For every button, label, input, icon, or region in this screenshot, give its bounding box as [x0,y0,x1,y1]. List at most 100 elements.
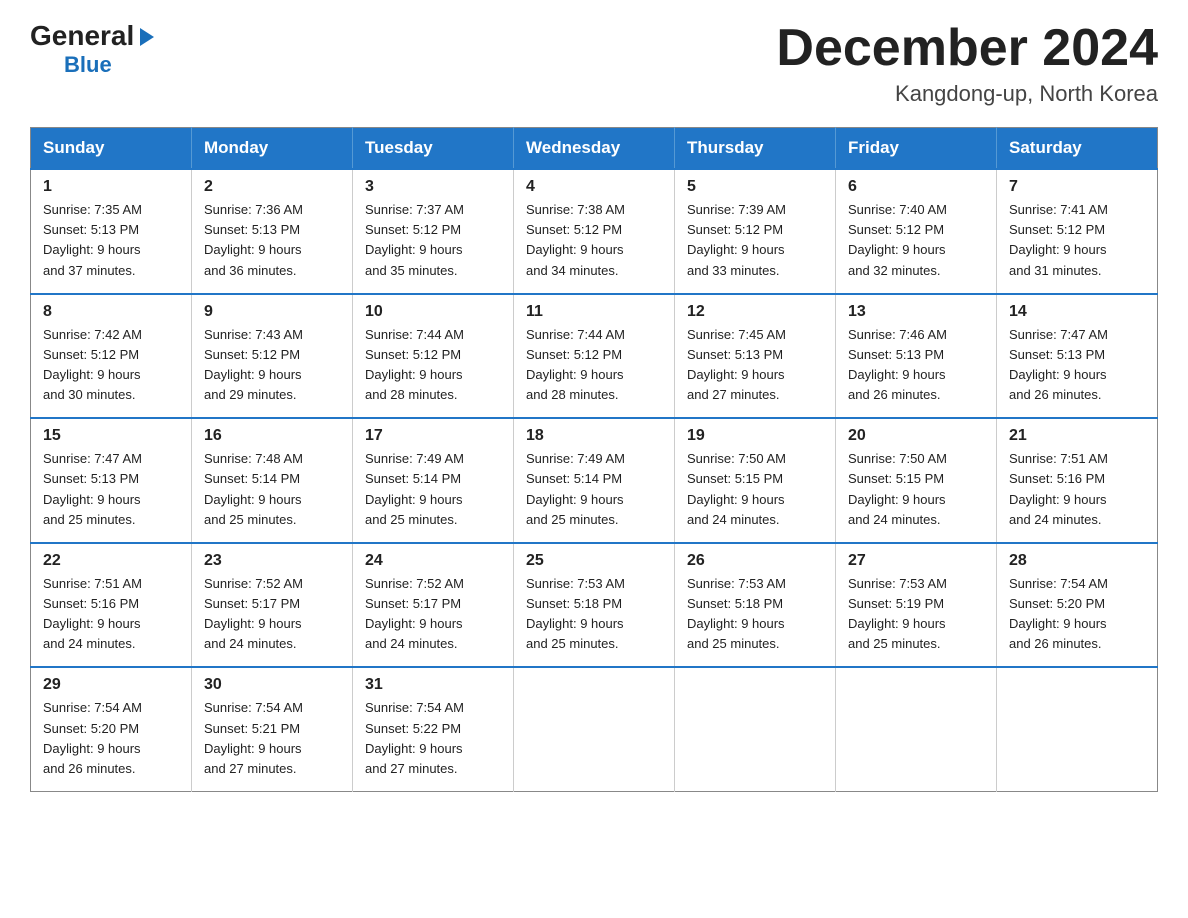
header-friday: Friday [836,128,997,170]
day-info: Sunrise: 7:42 AMSunset: 5:12 PMDaylight:… [43,325,179,406]
day-number: 2 [204,178,340,196]
day-info: Sunrise: 7:49 AMSunset: 5:14 PMDaylight:… [526,449,662,530]
day-number: 24 [365,552,501,570]
day-number: 25 [526,552,662,570]
day-number: 9 [204,303,340,321]
day-info: Sunrise: 7:51 AMSunset: 5:16 PMDaylight:… [1009,449,1145,530]
day-number: 18 [526,427,662,445]
day-number: 17 [365,427,501,445]
day-number: 27 [848,552,984,570]
day-number: 20 [848,427,984,445]
day-info: Sunrise: 7:46 AMSunset: 5:13 PMDaylight:… [848,325,984,406]
calendar-empty-cell [675,667,836,791]
day-info: Sunrise: 7:49 AMSunset: 5:14 PMDaylight:… [365,449,501,530]
calendar-day-cell: 13 Sunrise: 7:46 AMSunset: 5:13 PMDayligh… [836,294,997,419]
day-info: Sunrise: 7:50 AMSunset: 5:15 PMDaylight:… [848,449,984,530]
calendar-day-cell: 4Sunrise: 7:38 AMSunset: 5:12 PMDaylight… [514,169,675,294]
day-number: 31 [365,676,501,694]
calendar-week-row: 8 Sunrise: 7:42 AMSunset: 5:12 PMDaylight… [31,294,1158,419]
calendar-day-cell: 9 Sunrise: 7:43 AMSunset: 5:12 PMDaylight… [192,294,353,419]
day-info: Sunrise: 7:45 AMSunset: 5:13 PMDaylight:… [687,325,823,406]
day-info: Sunrise: 7:54 AMSunset: 5:20 PMDaylight:… [1009,574,1145,655]
day-number: 3 [365,178,501,196]
day-info: Sunrise: 7:53 AMSunset: 5:18 PMDaylight:… [526,574,662,655]
header-wednesday: Wednesday [514,128,675,170]
calendar-day-cell: 23 Sunrise: 7:52 AMSunset: 5:17 PMDayligh… [192,543,353,668]
calendar-day-cell: 14 Sunrise: 7:47 AMSunset: 5:13 PMDayligh… [997,294,1158,419]
calendar-day-cell: 10 Sunrise: 7:44 AMSunset: 5:12 PMDayligh… [353,294,514,419]
day-info: Sunrise: 7:37 AMSunset: 5:12 PMDaylight:… [365,200,501,281]
page-header: General Blue December 2024 Kangdong-up, … [30,20,1158,107]
calendar-day-cell: 29Sunrise: 7:54 AMSunset: 5:20 PMDayligh… [31,667,192,791]
day-info: Sunrise: 7:54 AMSunset: 5:21 PMDaylight:… [204,698,340,779]
location-label: Kangdong-up, North Korea [776,81,1158,107]
calendar-empty-cell [836,667,997,791]
calendar-day-cell: 21Sunrise: 7:51 AMSunset: 5:16 PMDayligh… [997,418,1158,543]
calendar-day-cell: 20 Sunrise: 7:50 AMSunset: 5:15 PMDayligh… [836,418,997,543]
header-tuesday: Tuesday [353,128,514,170]
day-number: 6 [848,178,984,196]
calendar-day-cell: 31 Sunrise: 7:54 AMSunset: 5:22 PMDayligh… [353,667,514,791]
day-info: Sunrise: 7:53 AMSunset: 5:19 PMDaylight:… [848,574,984,655]
day-info: Sunrise: 7:41 AMSunset: 5:12 PMDaylight:… [1009,200,1145,281]
calendar-day-cell: 16Sunrise: 7:48 AMSunset: 5:14 PMDayligh… [192,418,353,543]
title-section: December 2024 Kangdong-up, North Korea [776,20,1158,107]
day-number: 26 [687,552,823,570]
calendar-day-cell: 26 Sunrise: 7:53 AMSunset: 5:18 PMDayligh… [675,543,836,668]
calendar-day-cell: 18 Sunrise: 7:49 AMSunset: 5:14 PMDayligh… [514,418,675,543]
calendar-day-cell: 2 Sunrise: 7:36 AMSunset: 5:13 PMDaylight… [192,169,353,294]
calendar-day-cell: 6 Sunrise: 7:40 AMSunset: 5:12 PMDaylight… [836,169,997,294]
day-info: Sunrise: 7:38 AMSunset: 5:12 PMDaylight:… [526,200,662,281]
calendar-day-cell: 28 Sunrise: 7:54 AMSunset: 5:20 PMDayligh… [997,543,1158,668]
calendar-day-cell: 7 Sunrise: 7:41 AMSunset: 5:12 PMDaylight… [997,169,1158,294]
day-number: 14 [1009,303,1145,321]
calendar-day-cell: 8 Sunrise: 7:42 AMSunset: 5:12 PMDaylight… [31,294,192,419]
day-info: Sunrise: 7:51 AMSunset: 5:16 PMDaylight:… [43,574,179,655]
day-number: 30 [204,676,340,694]
day-number: 10 [365,303,501,321]
day-info: Sunrise: 7:52 AMSunset: 5:17 PMDaylight:… [204,574,340,655]
header-sunday: Sunday [31,128,192,170]
day-number: 13 [848,303,984,321]
day-info: Sunrise: 7:40 AMSunset: 5:12 PMDaylight:… [848,200,984,281]
day-number: 12 [687,303,823,321]
day-info: Sunrise: 7:54 AMSunset: 5:22 PMDaylight:… [365,698,501,779]
day-info: Sunrise: 7:50 AMSunset: 5:15 PMDaylight:… [687,449,823,530]
day-number: 11 [526,303,662,321]
logo-blue-text: Blue [64,52,112,78]
calendar-day-cell: 12 Sunrise: 7:45 AMSunset: 5:13 PMDayligh… [675,294,836,419]
day-info: Sunrise: 7:53 AMSunset: 5:18 PMDaylight:… [687,574,823,655]
day-info: Sunrise: 7:36 AMSunset: 5:13 PMDaylight:… [204,200,340,281]
day-info: Sunrise: 7:54 AMSunset: 5:20 PMDaylight:… [43,698,179,779]
calendar-day-cell: 24 Sunrise: 7:52 AMSunset: 5:17 PMDayligh… [353,543,514,668]
day-info: Sunrise: 7:47 AMSunset: 5:13 PMDaylight:… [43,449,179,530]
day-number: 23 [204,552,340,570]
day-number: 7 [1009,178,1145,196]
day-number: 8 [43,303,179,321]
day-info: Sunrise: 7:39 AMSunset: 5:12 PMDaylight:… [687,200,823,281]
calendar-day-cell: 15 Sunrise: 7:47 AMSunset: 5:13 PMDayligh… [31,418,192,543]
calendar-day-cell: 22 Sunrise: 7:51 AMSunset: 5:16 PMDayligh… [31,543,192,668]
header-saturday: Saturday [997,128,1158,170]
day-info: Sunrise: 7:43 AMSunset: 5:12 PMDaylight:… [204,325,340,406]
logo: General Blue [30,20,158,78]
calendar-week-row: 1Sunrise: 7:35 AMSunset: 5:13 PMDaylight… [31,169,1158,294]
calendar-day-cell: 1Sunrise: 7:35 AMSunset: 5:13 PMDaylight… [31,169,192,294]
calendar-day-cell: 30 Sunrise: 7:54 AMSunset: 5:21 PMDayligh… [192,667,353,791]
calendar-day-cell: 25 Sunrise: 7:53 AMSunset: 5:18 PMDayligh… [514,543,675,668]
calendar-header-row: SundayMondayTuesdayWednesdayThursdayFrid… [31,128,1158,170]
calendar-day-cell: 19 Sunrise: 7:50 AMSunset: 5:15 PMDayligh… [675,418,836,543]
logo-general-text: General [30,20,134,52]
day-info: Sunrise: 7:47 AMSunset: 5:13 PMDaylight:… [1009,325,1145,406]
day-info: Sunrise: 7:52 AMSunset: 5:17 PMDaylight:… [365,574,501,655]
day-info: Sunrise: 7:44 AMSunset: 5:12 PMDaylight:… [526,325,662,406]
header-monday: Monday [192,128,353,170]
day-number: 15 [43,427,179,445]
day-info: Sunrise: 7:44 AMSunset: 5:12 PMDaylight:… [365,325,501,406]
calendar-empty-cell [997,667,1158,791]
day-number: 22 [43,552,179,570]
day-number: 16 [204,427,340,445]
day-number: 19 [687,427,823,445]
header-thursday: Thursday [675,128,836,170]
day-number: 28 [1009,552,1145,570]
